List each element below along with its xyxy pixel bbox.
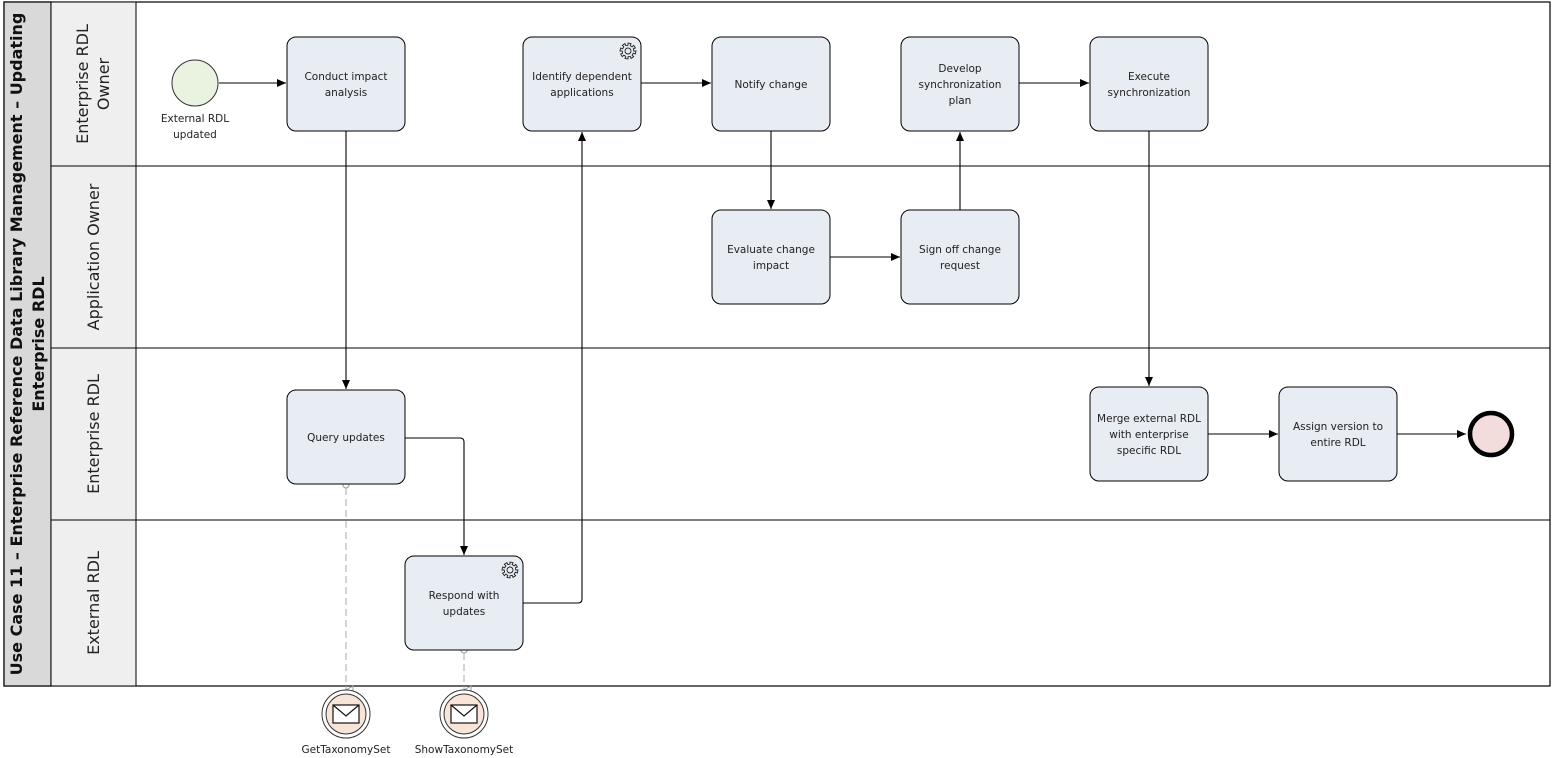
lane-app-owner: Application Owner [50,165,137,349]
task-box [711,209,831,305]
lane-label: Owner [94,57,113,110]
task-label: entire RDL [1310,437,1365,449]
task-label: plan [949,95,972,107]
start-event-label-1: External RDL [161,113,229,125]
task-label: updates [443,606,485,618]
task-label: Merge external RDL [1097,413,1201,425]
task-label: impact [753,260,789,272]
task-box [1089,36,1209,132]
task-box [1278,386,1398,482]
end-event[interactable] [1467,410,1515,458]
pool-title-line2: Enterprise RDL [29,276,48,411]
task-label: request [940,260,980,272]
task-label: specific RDL [1117,445,1181,457]
lane-label: Application Owner [84,183,103,330]
task-conduct[interactable]: Conduct impact analysis [286,36,406,132]
message-event-get[interactable]: GetTaxonomySet [302,689,391,756]
envelope-icon [450,704,478,724]
task-box [404,555,524,651]
message-event-label: ShowTaxonomySet [415,744,514,756]
envelope-icon [332,704,360,724]
task-label: Query updates [307,432,385,444]
message-event-show[interactable]: ShowTaxonomySet [415,689,514,756]
task-label: synchronization [1108,87,1191,99]
lane-ext-rdl: External RDL [50,519,137,687]
lane-label: Enterprise RDL [84,374,103,494]
task-label: analysis [325,87,368,99]
task-label: Respond with [429,590,500,602]
task-label: with enterprise [1109,429,1188,441]
task-label: Conduct impact [304,71,387,83]
task-query[interactable]: Query updates [286,389,406,485]
task-notify[interactable]: Notify change [711,36,831,132]
task-label: Identify dependent [532,71,632,83]
start-event-label-2: updated [173,129,217,141]
bpmn-diagram: Use Case 11 – Enterprise Reference Data … [3,1,1551,756]
task-respond[interactable]: Respond with updates [404,555,524,651]
task-label: Develop [938,63,982,75]
task-develop[interactable]: Develop synchronization plan [900,36,1020,132]
task-box [522,36,642,132]
task-evaluate[interactable]: Evaluate change impact [711,209,831,305]
task-label: synchronization [919,79,1002,91]
task-box [900,209,1020,305]
task-label: applications [550,87,613,99]
task-label: Notify change [734,79,807,91]
lane-label: External RDL [84,551,103,655]
task-label: Evaluate change [727,244,815,256]
lane-label: Enterprise RDL [73,24,92,144]
lane-erdl-owner: Enterprise RDL Owner [50,1,137,167]
task-assign[interactable]: Assign version to entire RDL [1278,386,1398,482]
task-box [286,36,406,132]
message-event-label: GetTaxonomySet [302,744,391,756]
pool-title-line1: Use Case 11 – Enterprise Reference Data … [7,13,26,676]
lane-erdl: Enterprise RDL [50,347,137,521]
task-execute[interactable]: Execute synchronization [1089,36,1209,132]
task-signoff[interactable]: Sign off change request [900,209,1020,305]
task-merge[interactable]: Merge external RDL with enterprise specifi… [1089,386,1209,482]
task-label: Sign off change [919,244,1001,256]
task-label: Execute [1128,71,1170,83]
task-identify[interactable]: Identify dependent applications [522,36,642,132]
task-label: Assign version to [1293,421,1383,433]
